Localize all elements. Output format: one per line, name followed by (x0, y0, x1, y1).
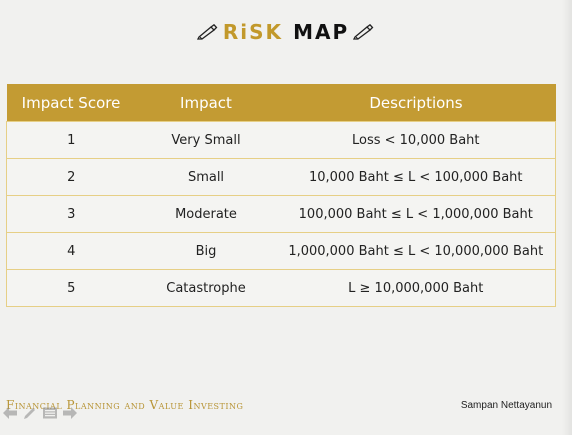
header-descriptions: Descriptions (276, 84, 556, 122)
description-cell: 1,000,000 Baht ≤ L < 10,000,000 Baht (276, 232, 556, 270)
impact-cell: Small (135, 158, 277, 196)
score-cell: 4 (6, 232, 136, 270)
prev-arrow-icon[interactable] (2, 406, 18, 420)
header-impact-score: Impact Score (6, 84, 136, 122)
table-row: 1 Very Small Loss < 10,000 Baht (6, 121, 556, 159)
pen-icon[interactable] (22, 406, 38, 420)
description-cell: L ≥ 10,000,000 Baht (276, 269, 556, 307)
score-cell: 5 (6, 269, 136, 307)
description-cell: Loss < 10,000 Baht (276, 121, 556, 159)
slide-edge-shadow (562, 0, 572, 435)
description-cell: 100,000 Baht ≤ L < 1,000,000 Baht (276, 195, 556, 233)
title-map: MAP (293, 20, 350, 44)
table-row: 4 Big 1,000,000 Baht ≤ L < 10,000,000 Ba… (6, 232, 556, 270)
impact-cell: Big (135, 232, 277, 270)
score-cell: 2 (6, 158, 136, 196)
table-row: 3 Moderate 100,000 Baht ≤ L < 1,000,000 … (6, 195, 556, 233)
impact-cell: Moderate (135, 195, 277, 233)
footer-author: Sampan Nettayanun (460, 400, 552, 411)
pencil-icon (196, 24, 218, 40)
pencil-icon (353, 24, 374, 40)
table-row: 5 Catastrophe L ≥ 10,000,000 Baht (6, 269, 556, 307)
impact-cell: Very Small (135, 121, 277, 159)
score-cell: 1 (6, 121, 136, 159)
slide-menu-icon[interactable] (42, 406, 58, 420)
header-impact: Impact (135, 84, 277, 122)
description-cell: 10,000 Baht ≤ L < 100,000 Baht (276, 158, 556, 196)
table-header-row: Impact Score Impact Descriptions (6, 84, 556, 122)
risk-table: Impact Score Impact Descriptions 1 Very … (6, 84, 556, 307)
title-risk: RiSK (222, 20, 284, 44)
slide-title: RiSK MAP (0, 17, 572, 47)
impact-cell: Catastrophe (135, 269, 277, 307)
table-row: 2 Small 10,000 Baht ≤ L < 100,000 Baht (6, 158, 556, 196)
next-arrow-icon[interactable] (62, 406, 78, 420)
slideshow-controls (2, 406, 78, 420)
score-cell: 3 (6, 195, 136, 233)
